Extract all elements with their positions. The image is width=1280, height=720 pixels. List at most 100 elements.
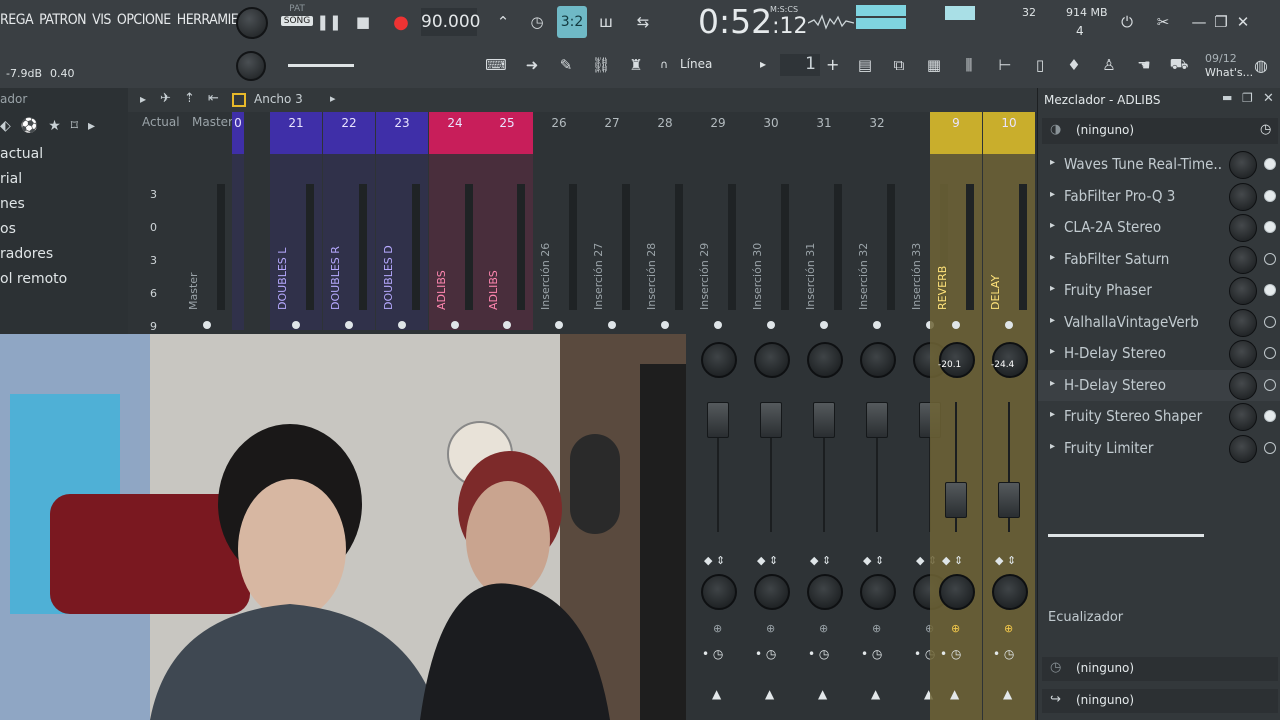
touch-button[interactable]: ☚ <box>1131 52 1157 78</box>
menu-vista[interactable]: VIS <box>92 12 111 28</box>
strip-label[interactable]: Inserción 26 <box>539 230 553 310</box>
stereo-arrows-icon[interactable]: ◆ ⇕ <box>704 554 725 567</box>
strip-label[interactable]: Inserción 33 <box>910 230 924 310</box>
stereo-knob[interactable] <box>807 574 843 610</box>
fx-slot[interactable]: ▸ CLA-2A Stereo <box>1038 212 1280 243</box>
route-clock-icon[interactable]: • ◷ <box>702 647 723 661</box>
strip-enable-dot[interactable] <box>1005 321 1013 329</box>
strip-enable-dot[interactable] <box>398 321 406 329</box>
fx-slot-name[interactable]: CLA-2A Stereo <box>1064 218 1161 236</box>
fx-slot[interactable]: ▸ H-Delay Stereo <box>1038 369 1280 401</box>
cpu-reset-button[interactable]: ⏻ <box>1114 9 1140 35</box>
sound-icon[interactable]: ⚽ <box>21 118 38 134</box>
lock-icon[interactable]: ⊕ <box>713 622 722 635</box>
mixer-strip[interactable]: 30 Inserción 30 ◆ ⇕ ⊕ • ◷ ▲ <box>745 112 797 720</box>
stereo-arrows-icon[interactable]: ◆ ⇕ <box>995 554 1016 567</box>
stereo-knob[interactable] <box>701 574 737 610</box>
fx-slot-name[interactable]: FabFilter Saturn <box>1064 250 1169 268</box>
chevron-right-icon[interactable]: ▸ <box>1050 346 1055 357</box>
chevron-right-icon[interactable]: ▸ <box>1050 252 1055 263</box>
pan-knob[interactable] <box>754 342 790 378</box>
browser-item[interactable]: radores <box>0 242 128 267</box>
pattern-number[interactable]: 1 <box>780 54 820 76</box>
strip-label[interactable]: Inserción 27 <box>592 230 606 310</box>
close-button[interactable]: ✕ <box>1230 9 1256 35</box>
menu-agregar[interactable]: REGA <box>0 12 34 28</box>
pause-button[interactable]: ❚❚ <box>316 9 342 35</box>
output-select-1[interactable]: ◷ (ninguno) <box>1042 657 1278 681</box>
lock-icon[interactable]: ⊕ <box>951 622 960 635</box>
route-clock-icon[interactable]: • ◷ <box>993 647 1014 661</box>
link-button[interactable]: ⛓ <box>588 52 614 78</box>
pattern-arrow-icon[interactable]: ▸ <box>760 57 766 71</box>
stereo-arrows-icon[interactable]: ◆ ⇕ <box>863 554 884 567</box>
chevron-right-icon[interactable]: ▸ <box>1050 378 1055 389</box>
fx-mix-knob[interactable] <box>1229 277 1257 305</box>
stereo-arrows-icon[interactable]: ◆ ⇕ <box>757 554 778 567</box>
send-arrow-icon[interactable]: ▲ <box>950 687 959 701</box>
fx-slot[interactable]: ▸ Fruity Limiter <box>1038 433 1280 464</box>
fx-enable-led[interactable] <box>1264 410 1276 422</box>
fx-mix-knob[interactable] <box>1229 403 1257 431</box>
fx-enable-led[interactable] <box>1264 221 1276 233</box>
strip-label[interactable]: ADLIBS <box>487 230 501 310</box>
send-arrow-icon[interactable]: ▲ <box>818 687 827 701</box>
mixer-strip[interactable]: 29 Inserción 29 ◆ ⇕ ⊕ • ◷ ▲ <box>692 112 744 720</box>
volume-fader[interactable] <box>813 402 835 438</box>
volume-fader[interactable] <box>866 402 888 438</box>
project-button[interactable]: ▯ <box>1027 52 1053 78</box>
typing-keyboard-button[interactable]: ⌨ <box>483 52 509 78</box>
menu-opciones[interactable]: OPCIONE <box>117 12 171 28</box>
piano-roll-button[interactable]: ⧉ <box>886 52 912 78</box>
strip-enable-dot[interactable] <box>555 321 563 329</box>
add-pattern-button[interactable]: + <box>826 55 839 74</box>
main-volume-slider[interactable] <box>288 64 354 67</box>
strip-enable-dot[interactable] <box>767 321 775 329</box>
fx-slot-name[interactable]: ValhallaVintageVerb <box>1064 313 1199 331</box>
mixer-button[interactable]: ⫼ <box>956 52 982 78</box>
channel-rack-button[interactable]: ▦ <box>921 52 947 78</box>
chevron-right-icon[interactable]: ▸ <box>88 118 95 134</box>
master-pitch-knob[interactable] <box>236 51 266 81</box>
fx-enable-led[interactable] <box>1264 284 1276 296</box>
strip-label[interactable]: Inserción 32 <box>857 230 871 310</box>
fx-slot[interactable]: ▸ H-Delay Stereo <box>1038 338 1280 369</box>
fx-mix-knob[interactable] <box>1229 371 1257 400</box>
fx-slot[interactable]: ▸ FabFilter Pro-Q 3 <box>1038 181 1280 212</box>
fx-slot[interactable]: ▸ Fruity Phaser <box>1038 275 1280 306</box>
browser-item[interactable]: os <box>0 217 128 242</box>
pan-knob[interactable] <box>807 342 843 378</box>
strip-enable-dot[interactable] <box>661 321 669 329</box>
mixer-strip[interactable]: 31 Inserción 31 ◆ ⇕ ⊕ • ◷ ▲ <box>798 112 850 720</box>
strip-enable-dot[interactable] <box>203 321 211 329</box>
strip-label[interactable]: DOUBLES R <box>329 230 343 310</box>
tools-button[interactable]: ✂ <box>1150 9 1176 35</box>
chevron-right-icon[interactable]: ▸ <box>1050 409 1055 420</box>
fx-mix-knob[interactable] <box>1229 308 1257 337</box>
strip-label[interactable]: Inserción 28 <box>645 230 659 310</box>
fx-enable-led[interactable] <box>1264 347 1276 359</box>
lock-icon[interactable]: ⊕ <box>1004 622 1013 635</box>
stereo-arrows-icon[interactable]: ◆ ⇕ <box>942 554 963 567</box>
pat-song-toggle[interactable]: PAT SONG <box>281 4 313 40</box>
edit-tool-button[interactable]: ✎ <box>553 52 579 78</box>
maximize-icon[interactable]: ❐ <box>1242 91 1253 105</box>
strip-enable-dot[interactable] <box>873 321 881 329</box>
output-select-2[interactable]: ↪ (ninguno) <box>1042 689 1278 713</box>
strip-enable-dot[interactable] <box>714 321 722 329</box>
input-select[interactable]: ◑ (ninguno) ◷ <box>1042 118 1278 144</box>
fx-mix-knob[interactable] <box>1229 182 1257 211</box>
pan-knob[interactable] <box>701 342 737 378</box>
fx-slot-name[interactable]: Waves Tune Real-Time.. <box>1064 155 1222 173</box>
fx-enable-led[interactable] <box>1264 315 1276 328</box>
route-clock-icon[interactable]: • ◷ <box>808 647 829 661</box>
strip-label[interactable]: Inserción 29 <box>698 230 712 310</box>
news-link[interactable]: What's... <box>1205 66 1253 79</box>
fx-slot[interactable]: ▸ Fruity Stereo Shaper <box>1038 401 1280 432</box>
folder-icon[interactable]: ⌑ <box>71 118 78 134</box>
fx-mix-knob[interactable] <box>1229 151 1257 179</box>
route-clock-icon[interactable]: • ◷ <box>861 647 882 661</box>
lock-icon[interactable]: ⊕ <box>872 622 881 635</box>
fx-enable-led[interactable] <box>1264 252 1276 265</box>
arrows-icon[interactable]: ⬖ <box>0 118 11 134</box>
